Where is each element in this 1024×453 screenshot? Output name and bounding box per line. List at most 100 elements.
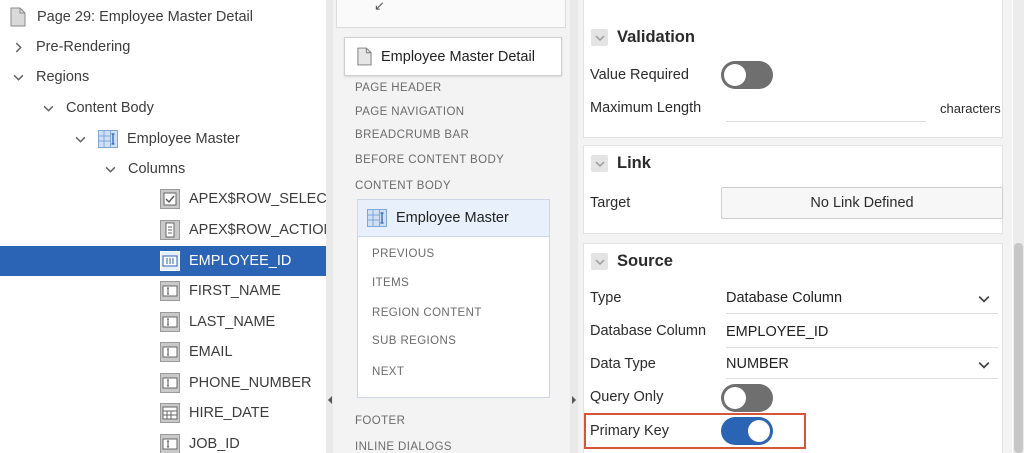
page-icon [357, 47, 372, 66]
tree-item-column[interactable]: PHONE_NUMBER [0, 368, 326, 398]
tree-item-column[interactable]: HIRE_DATE [0, 398, 326, 428]
date-picker-icon [160, 403, 180, 423]
page-designer: Page 29: Employee Master Detail Pre-Rend… [0, 0, 1024, 453]
target-label: Target [590, 195, 631, 211]
right-splitter[interactable] [570, 0, 578, 453]
data-type-select[interactable]: NUMBER [726, 356, 789, 372]
layout-panel: ↙ Employee Master Detail PAGE HEADER PAG… [333, 0, 570, 453]
tree-item-label: HIRE_DATE [189, 405, 270, 421]
tree-item-label: APEX$ROW_SELECTOR [189, 191, 326, 207]
chevron-down-icon[interactable] [104, 163, 116, 175]
value-required-label: Value Required [590, 67, 689, 83]
data-type-label: Data Type [590, 356, 656, 372]
database-column-label: Database Column [590, 323, 707, 339]
tree-item-regions[interactable]: Regions [0, 62, 326, 92]
left-splitter[interactable] [326, 0, 333, 453]
chevron-right-icon[interactable] [12, 41, 24, 53]
region-position-previous[interactable]: PREVIOUS [372, 248, 435, 260]
tree-item-content-body[interactable]: Content Body [0, 93, 326, 123]
tree-item-page[interactable]: Page 29: Employee Master Detail [0, 2, 326, 32]
rendering-tree: Page 29: Employee Master Detail Pre-Rend… [0, 0, 326, 453]
toggle-knob [724, 387, 746, 409]
validation-title: Validation [617, 28, 695, 46]
chevron-down-icon[interactable] [42, 102, 54, 114]
tree-item-label: Columns [128, 161, 186, 177]
tree-item-column-selected[interactable]: EMPLOYEE_ID [0, 246, 326, 276]
tree-item-column[interactable]: APEX$ROW_SELECTOR [0, 184, 326, 214]
tree-item-label: EMAIL [189, 344, 233, 360]
tree-item-label: JOB_ID [189, 436, 240, 452]
arrow-icon: ↙ [374, 0, 385, 13]
type-select[interactable]: Database Column [726, 290, 842, 306]
tree-item-column[interactable]: FIRST_NAME [0, 276, 326, 306]
region-card-employee-master[interactable]: Employee Master PREVIOUS ITEMS REGION CO… [357, 199, 550, 398]
tree-item-label: Regions [36, 69, 90, 85]
value-required-toggle[interactable] [721, 61, 773, 89]
toggle-knob [748, 420, 770, 442]
link-title: Link [617, 154, 651, 172]
collapse-right-icon[interactable] [572, 396, 576, 404]
interactive-grid-icon [98, 129, 118, 149]
number-field-icon [160, 251, 180, 271]
collapse-icon[interactable] [591, 155, 608, 172]
region-position-next[interactable]: NEXT [372, 366, 404, 378]
primary-key-toggle[interactable] [721, 417, 773, 445]
chevron-down-icon[interactable] [74, 133, 86, 145]
position-page-header[interactable]: PAGE HEADER [355, 82, 442, 94]
region-position-region-content[interactable]: REGION CONTENT [372, 307, 482, 319]
property-editor: Validation Value Required Maximum Length… [578, 0, 1012, 453]
source-header[interactable]: Source [591, 252, 673, 271]
chevron-down-icon[interactable] [978, 359, 990, 371]
collapse-icon[interactable] [591, 29, 608, 46]
page-card[interactable]: Employee Master Detail [344, 37, 562, 76]
link-header[interactable]: Link [591, 154, 651, 173]
query-only-toggle[interactable] [721, 384, 773, 412]
position-breadcrumb-bar[interactable]: BREADCRUMB BAR [355, 129, 469, 141]
position-inline-dialogs[interactable]: INLINE DIALOGS [355, 441, 452, 453]
tree-item-label: LAST_NAME [189, 314, 276, 330]
text-field-icon [160, 373, 180, 393]
chevron-down-icon[interactable] [12, 71, 24, 83]
tree-item-employee-master[interactable]: Employee Master [0, 124, 326, 154]
collapse-left-icon[interactable] [328, 396, 332, 404]
chevron-down-icon[interactable] [978, 293, 990, 305]
tree-item-column[interactable]: LAST_NAME [0, 307, 326, 337]
primary-key-label: Primary Key [590, 423, 669, 439]
scrollbar-thumb[interactable] [1014, 243, 1023, 453]
tree-item-column[interactable]: APEX$ROW_ACTION [0, 215, 326, 245]
toggle-knob [724, 64, 746, 86]
position-page-navigation[interactable]: PAGE NAVIGATION [355, 106, 465, 118]
source-title: Source [617, 252, 673, 270]
data-type-underline [726, 378, 998, 379]
validation-header[interactable]: Validation [591, 28, 695, 47]
row-action-icon [160, 220, 180, 240]
max-length-unit: characters [940, 101, 1001, 116]
link-target-button[interactable]: No Link Defined [721, 187, 1003, 219]
tree-item-column[interactable]: EMAIL [0, 337, 326, 367]
tree-item-label: Page 29: Employee Master Detail [37, 9, 253, 25]
property-editor-scrollbar[interactable] [1013, 0, 1024, 453]
interactive-grid-icon [366, 209, 388, 227]
tree-item-pre-rendering[interactable]: Pre-Rendering [0, 32, 326, 62]
page-icon [8, 7, 28, 27]
tree-item-columns[interactable]: Columns [0, 154, 326, 184]
database-column-input[interactable]: EMPLOYEE_ID [726, 324, 828, 340]
tree-item-label: APEX$ROW_ACTION [189, 222, 326, 238]
position-before-content-body[interactable]: BEFORE CONTENT BODY [355, 154, 504, 166]
database-column-underline [726, 347, 998, 348]
type-underline [726, 313, 998, 314]
page-card-title: Employee Master Detail [381, 48, 535, 65]
region-position-sub-regions[interactable]: SUB REGIONS [372, 335, 456, 347]
collapse-icon[interactable] [591, 253, 608, 270]
region-card-title: Employee Master [396, 210, 509, 226]
position-content-body[interactable]: CONTENT BODY [355, 180, 451, 192]
max-length-label: Maximum Length [590, 100, 702, 116]
type-label: Type [590, 290, 622, 306]
query-only-label: Query Only [590, 389, 664, 405]
tree-item-column[interactable]: JOB_ID [0, 429, 326, 453]
max-length-input[interactable] [726, 100, 926, 120]
region-card-header[interactable]: Employee Master [358, 200, 549, 237]
region-position-items[interactable]: ITEMS [372, 277, 409, 289]
max-length-underline [726, 121, 926, 122]
position-footer[interactable]: FOOTER [355, 415, 405, 427]
